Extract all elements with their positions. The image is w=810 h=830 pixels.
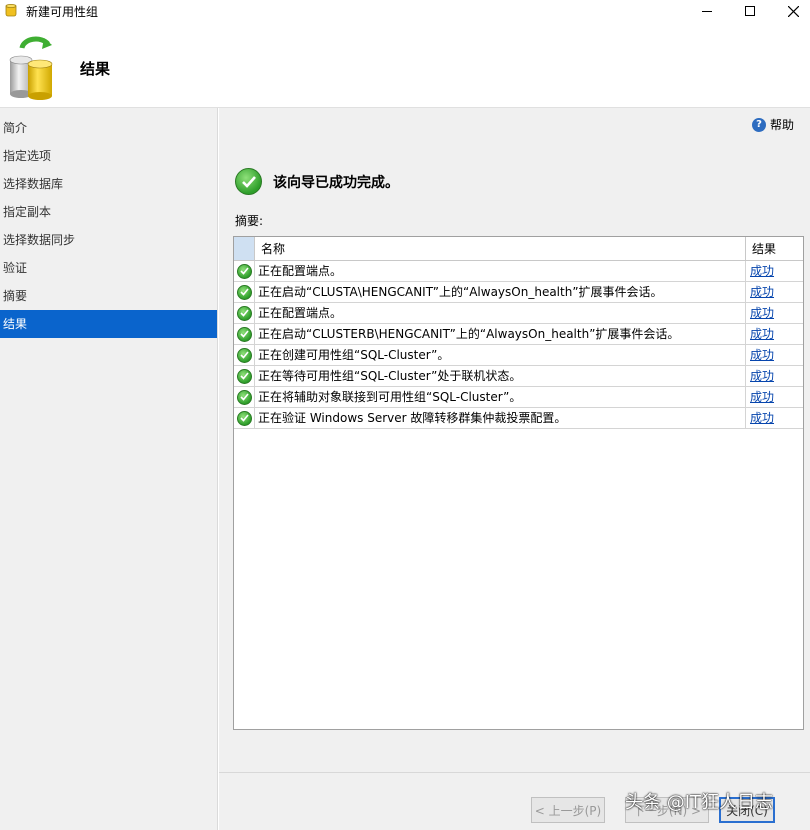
table-header: 名称 结果 [234, 237, 803, 261]
success-check-icon [236, 326, 252, 342]
result-link[interactable]: 成功 [750, 390, 774, 404]
success-banner: 该向导已成功完成。 [235, 168, 399, 195]
nav-item-results[interactable]: 结果 [0, 310, 217, 338]
table-row: 正在等待可用性组“SQL-Cluster”处于联机状态。 成功 [234, 366, 803, 387]
nav-item-options[interactable]: 指定选项 [0, 142, 217, 170]
result-link[interactable]: 成功 [750, 411, 774, 425]
result-link[interactable]: 成功 [750, 306, 774, 320]
wizard-nav: 简介 指定选项 选择数据库 指定副本 选择数据同步 验证 摘要 结果 [0, 108, 218, 830]
success-check-icon [236, 368, 252, 384]
header-icon-cell [234, 237, 255, 260]
success-check-icon [236, 410, 252, 426]
row-name: 正在配置端点。 [255, 261, 746, 281]
row-name: 正在启动“CLUSTERB\HENGCANIT”上的“AlwaysOn_heal… [255, 324, 746, 344]
title-bar: 新建可用性组 [0, 0, 810, 22]
help-icon: ? [752, 117, 766, 132]
maximize-icon [745, 6, 755, 16]
result-link[interactable]: 成功 [750, 369, 774, 383]
help-link[interactable]: ? 帮助 [752, 116, 794, 133]
table-row: 正在启动“CLUSTA\HENGCANIT”上的“AlwaysOn_health… [234, 282, 803, 303]
row-name: 正在验证 Windows Server 故障转移群集仲裁投票配置。 [255, 408, 746, 428]
page-heading: 结果 [80, 60, 111, 78]
table-row: 正在将辅助对象联接到可用性组“SQL-Cluster”。 成功 [234, 387, 803, 408]
main-panel: ? 帮助 该向导已成功完成。 摘要: 名称 结果 正在配置端点。 成功 正在启动… [219, 108, 810, 772]
result-link[interactable]: 成功 [750, 285, 774, 299]
success-check-icon [236, 305, 252, 321]
watermark: 头条 @IT狂人日志 [625, 792, 774, 813]
result-link[interactable]: 成功 [750, 348, 774, 362]
row-name: 正在启动“CLUSTA\HENGCANIT”上的“AlwaysOn_health… [255, 282, 746, 302]
database-sync-icon [9, 36, 53, 100]
close-window-button[interactable] [770, 0, 810, 22]
row-name: 正在创建可用性组“SQL-Cluster”。 [255, 345, 746, 365]
table-row: 正在配置端点。 成功 [234, 261, 803, 282]
database-icon [5, 3, 17, 17]
success-check-icon [236, 347, 252, 363]
close-icon [787, 5, 799, 17]
help-label: 帮助 [770, 118, 795, 132]
minimize-button[interactable] [684, 0, 730, 22]
success-check-icon [235, 168, 262, 195]
result-link[interactable]: 成功 [750, 264, 774, 278]
summary-label: 摘要: [235, 214, 264, 228]
nav-item-intro[interactable]: 简介 [0, 114, 217, 142]
nav-item-validation[interactable]: 验证 [0, 254, 217, 282]
row-name: 正在等待可用性组“SQL-Cluster”处于联机状态。 [255, 366, 746, 386]
row-name: 正在配置端点。 [255, 303, 746, 323]
table-row: 正在启动“CLUSTERB\HENGCANIT”上的“AlwaysOn_heal… [234, 324, 803, 345]
nav-item-databases[interactable]: 选择数据库 [0, 170, 217, 198]
results-table: 名称 结果 正在配置端点。 成功 正在启动“CLUSTA\HENGCANIT”上… [233, 236, 804, 730]
nav-item-replicas[interactable]: 指定副本 [0, 198, 217, 226]
success-check-icon [236, 389, 252, 405]
row-name: 正在将辅助对象联接到可用性组“SQL-Cluster”。 [255, 387, 746, 407]
wizard-header: 结果 [0, 22, 810, 108]
maximize-button[interactable] [727, 0, 773, 22]
result-link[interactable]: 成功 [750, 327, 774, 341]
table-row: 正在配置端点。 成功 [234, 303, 803, 324]
minimize-icon [702, 10, 712, 12]
wizard-window: 新建可用性组 结果 简介 指定选项 选择数据库 指定副本 选择数据同步 验证 摘… [0, 0, 810, 830]
window-title: 新建可用性组 [26, 5, 99, 19]
table-row: 正在验证 Windows Server 故障转移群集仲裁投票配置。 成功 [234, 408, 803, 429]
success-check-icon [236, 263, 252, 279]
nav-item-data-sync[interactable]: 选择数据同步 [0, 226, 217, 254]
column-header-name[interactable]: 名称 [255, 237, 746, 260]
column-header-result[interactable]: 结果 [746, 237, 803, 260]
table-row: 正在创建可用性组“SQL-Cluster”。 成功 [234, 345, 803, 366]
previous-button[interactable]: < 上一步(P) [531, 797, 605, 823]
success-message: 该向导已成功完成。 [273, 174, 399, 191]
nav-item-summary[interactable]: 摘要 [0, 282, 217, 310]
success-check-icon [236, 284, 252, 300]
